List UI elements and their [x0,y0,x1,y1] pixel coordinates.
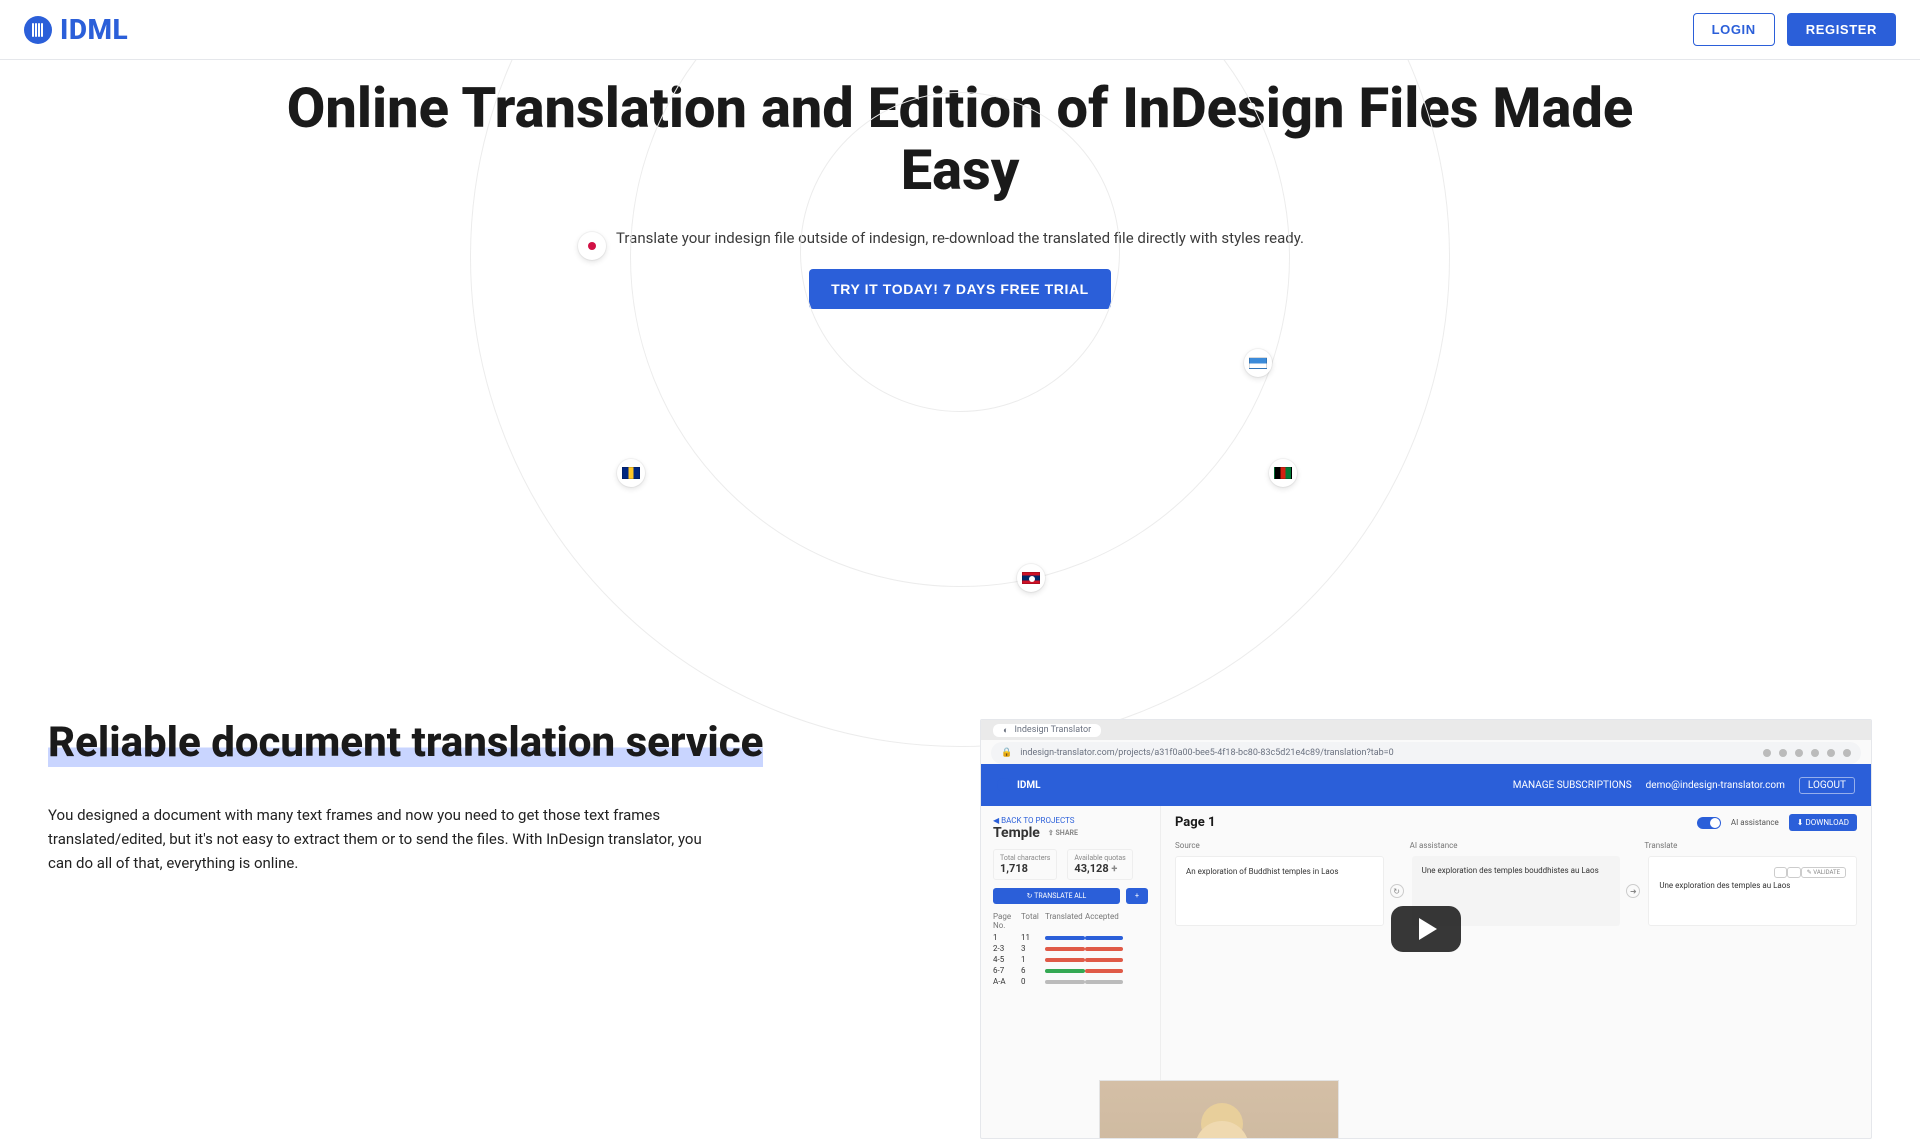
section-body: You designed a document with many text f… [48,803,728,875]
browser-url-bar: 🔒 indesign-translator.com/projects/a31f0… [991,742,1861,764]
site-header: IDML LOGIN REGISTER [0,0,1920,60]
browser-tab: ◐ Indesign Translator [993,724,1101,737]
feature-section: Reliable document translation service Yo… [0,719,1920,1139]
lock-icon: 🔒 [1001,748,1012,758]
brand-logo[interactable]: IDML [24,13,128,46]
ai-assistance-toggle[interactable] [1697,817,1721,829]
account-email[interactable]: demo@indesign-translator.com [1646,780,1785,791]
cta-button[interactable]: TRY IT TODAY! 7 DAYS FREE TRIAL [809,269,1111,309]
manage-subscriptions-link[interactable]: MANAGE SUBSCRIPTIONS [1513,780,1632,791]
download-button[interactable]: ⬇ DOWNLOAD [1789,814,1857,831]
total-characters-stat: Total characters 1,718 [993,849,1057,880]
refresh-icon[interactable]: ↻ [1390,884,1404,898]
pages-table: Page No. Total Translated Accepted 111 2… [993,912,1148,986]
globe-icon: ◐ [1003,725,1008,736]
translate-all-button[interactable]: ↻ TRANSLATE ALL [993,888,1120,904]
app-brand: IDML [1017,780,1041,791]
table-row[interactable]: 4-51 [993,955,1148,964]
browser-tab-bar: ◐ Indesign Translator [981,720,1871,740]
hero: Online Translation and Edition of InDesi… [0,60,1920,309]
demo-video[interactable]: ◐ Indesign Translator 🔒 indesign-transla… [980,719,1872,1139]
action-chip[interactable] [1787,867,1801,878]
table-row[interactable]: 2-33 [993,944,1148,953]
ai-toggle-label: AI assistance [1731,818,1779,827]
share-icon: ⇪ [1048,829,1054,837]
col-ai: AI assistance [1410,841,1623,850]
play-button-icon[interactable] [1391,906,1461,952]
flag-afghanistan-icon [1269,459,1297,487]
table-row[interactable]: 6-76 [993,966,1148,975]
available-quotas-stat: Available quotas 43,128 + [1067,849,1132,880]
translate-cell[interactable]: ✎ VALIDATE Une exploration des temples a… [1648,856,1857,926]
table-row[interactable]: 111 [993,933,1148,942]
page-title: Online Translation and Edition of InDesi… [260,78,1660,201]
brand-mark-icon [24,16,52,44]
col-translate: Translate [1644,841,1857,850]
extension-icons [1763,749,1851,757]
auth-buttons: LOGIN REGISTER [1693,13,1896,46]
presenter-thumbnail [1099,1080,1339,1139]
source-cell: An exploration of Buddhist temples in La… [1175,856,1384,926]
register-button[interactable]: REGISTER [1787,13,1896,46]
document-title: Temple [993,825,1040,841]
app-topbar: IDML MANAGE SUBSCRIPTIONS demo@indesign-… [981,764,1871,806]
flag-japan-icon [578,232,606,260]
hero-subtitle: Translate your indesign file outside of … [0,229,1920,247]
flag-barbados-icon [617,459,645,487]
tab-title: Indesign Translator [1014,725,1091,735]
col-source: Source [1175,841,1388,850]
url-text: indesign-translator.com/projects/a31f0a0… [1020,748,1393,758]
flag-laos-icon [1017,564,1045,592]
apply-right-icon[interactable]: ➜ [1626,884,1640,898]
back-to-projects-link[interactable]: ◀ BACK TO PROJECTS [993,816,1148,825]
validate-button[interactable]: ✎ VALIDATE [1801,867,1846,878]
brand-name: IDML [60,13,128,46]
logout-button[interactable]: LOGOUT [1799,777,1855,794]
app-brand-mark-icon [997,778,1011,792]
table-row[interactable]: A-A0 [993,977,1148,986]
add-button[interactable]: + [1126,888,1148,904]
login-button[interactable]: LOGIN [1693,13,1775,46]
flag-antarctica-icon [1244,349,1272,377]
action-chip[interactable] [1774,867,1788,878]
page-label: Page 1 [1175,815,1215,830]
feature-copy: Reliable document translation service Yo… [48,719,940,1139]
section-heading: Reliable document translation service [48,718,763,767]
share-button[interactable]: SHARE [1056,829,1078,837]
